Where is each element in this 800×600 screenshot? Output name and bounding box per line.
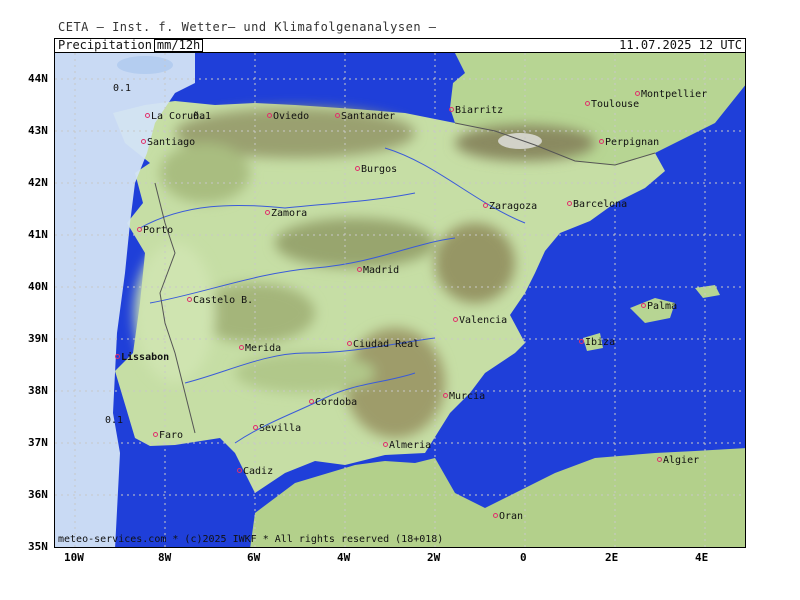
city-marker-icon	[137, 227, 142, 232]
city-marker-icon	[383, 442, 388, 447]
city-marker-icon	[355, 166, 360, 171]
city-label: Santiago	[147, 137, 196, 148]
city-label: Oviedo	[273, 111, 310, 122]
city-label: Sevilla	[259, 423, 302, 434]
city-marker-icon	[347, 341, 352, 346]
city-label: Valencia	[459, 315, 508, 326]
city-label: Perpignan	[605, 137, 660, 148]
city-marker-icon	[449, 107, 454, 112]
title-bar: Precipitation mm/12h 11.07.2025 12 UTC	[54, 38, 746, 52]
city-marker-icon	[599, 139, 604, 144]
lat-label: 39N	[28, 332, 48, 345]
city-marker-icon	[493, 513, 498, 518]
lat-label: 38N	[28, 384, 48, 397]
precip-label: 0.1	[113, 83, 132, 94]
lat-label: 42N	[28, 176, 48, 189]
pyrenees-peak	[498, 133, 542, 149]
city-marker-icon	[641, 303, 646, 308]
city-label: Merida	[245, 343, 282, 354]
lon-label: 0	[520, 551, 527, 564]
lat-label: 40N	[28, 280, 48, 293]
city-marker-icon	[635, 91, 640, 96]
lon-label: 10W	[64, 551, 84, 564]
map-canvas	[55, 53, 745, 547]
city-marker-icon	[579, 339, 584, 344]
city-label: Toulouse	[591, 99, 640, 110]
lon-label: 6W	[247, 551, 261, 564]
city-marker-icon	[309, 399, 314, 404]
city-marker-icon	[187, 297, 192, 302]
lon-label: 2W	[427, 551, 441, 564]
city-label: Oran	[499, 511, 524, 522]
city-label: Algier	[663, 455, 700, 466]
city-marker-icon	[483, 203, 488, 208]
city-label: Biarritz	[455, 105, 504, 116]
city-marker-icon	[153, 432, 158, 437]
city-label: Porto	[143, 225, 174, 236]
city-marker-icon	[453, 317, 458, 322]
city-marker-icon	[239, 345, 244, 350]
lat-label: 35N	[28, 540, 48, 553]
lat-label: 43N	[28, 124, 48, 137]
valid-time: 11.07.2025 12 UTC	[619, 38, 742, 52]
city-marker-icon	[267, 113, 272, 118]
city-label: Palma	[647, 301, 678, 312]
city-label: Faro	[159, 430, 184, 441]
city-label: Murcia	[449, 391, 486, 402]
city-label: La Coruña	[151, 111, 206, 122]
city-marker-icon	[335, 113, 340, 118]
city-label: Almeria	[389, 440, 432, 451]
city-label: Ciudad Real	[353, 339, 420, 350]
city-label: Lissabon	[121, 352, 170, 363]
city-marker-icon	[237, 468, 242, 473]
lat-label: 44N	[28, 72, 48, 85]
city-label: Zaragoza	[489, 201, 538, 212]
city-label: Barcelona	[573, 199, 628, 210]
parameter-title: Precipitation mm/12h	[58, 38, 204, 52]
model-header: CETA — Inst. f. Wetter— und Klimafolgena…	[58, 20, 437, 34]
city-label: Zamora	[271, 208, 308, 219]
lon-label: 2E	[605, 551, 619, 564]
unit-box: mm/12h	[153, 39, 204, 52]
lon-label: 8W	[158, 551, 172, 564]
lat-label: 37N	[28, 436, 48, 449]
city-marker-icon	[115, 354, 120, 359]
city-marker-icon	[357, 267, 362, 272]
footer-credit: meteo-services.com * (c)2025 IWKF * All …	[58, 534, 444, 545]
city-marker-icon	[145, 113, 150, 118]
city-label: Montpellier	[641, 89, 708, 100]
city-marker-icon	[265, 210, 270, 215]
city-marker-icon	[567, 201, 572, 206]
city-marker-icon	[253, 425, 258, 430]
city-label: Santander	[341, 111, 396, 122]
city-label: Castelo B.	[193, 295, 254, 306]
precip-label: 0.1	[105, 415, 124, 426]
city-label: Ibiza	[585, 337, 616, 348]
lat-label: 41N	[28, 228, 48, 241]
city-label: Burgos	[361, 164, 398, 175]
city-marker-icon	[443, 393, 448, 398]
lon-label: 4E	[695, 551, 709, 564]
lon-label: 4W	[337, 551, 351, 564]
city-label: Cordoba	[315, 397, 358, 408]
city-marker-icon	[585, 101, 590, 106]
precipitation-map[interactable]: meteo-services.com * (c)2025 IWKF * All …	[54, 52, 746, 548]
city-label: Madrid	[363, 265, 400, 276]
city-marker-icon	[657, 457, 662, 462]
lat-label: 36N	[28, 488, 48, 501]
city-marker-icon	[141, 139, 146, 144]
city-label: Cadiz	[243, 466, 274, 477]
